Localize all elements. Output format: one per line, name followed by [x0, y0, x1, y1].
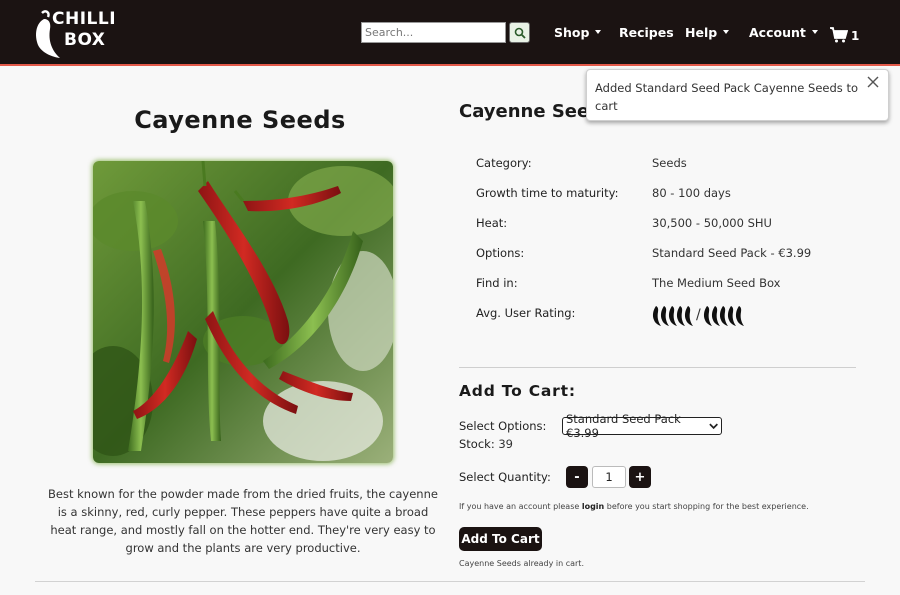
chevron-down-icon — [811, 30, 818, 34]
chilli-rating-max-icons — [703, 306, 744, 326]
search-button[interactable] — [509, 22, 530, 43]
detail-key: Heat: — [476, 216, 508, 230]
quantity-label: Select Quantity: — [459, 470, 551, 484]
login-link[interactable]: login — [582, 502, 604, 511]
close-icon[interactable] — [866, 75, 880, 89]
product-image — [93, 161, 393, 463]
nav-recipes-label: Recipes — [619, 25, 674, 40]
chevron-down-icon — [709, 423, 718, 430]
search-input[interactable] — [361, 22, 506, 43]
already-in-cart-note: Cayenne Seeds already in cart. — [459, 559, 584, 568]
detail-value: 30,500 - 50,000 SHU — [652, 216, 772, 230]
brand-line-1: CHILLI — [52, 9, 117, 29]
nav-shop-label: Shop — [554, 25, 590, 40]
add-to-cart-heading: Add To Cart: — [459, 382, 576, 400]
nav-shop[interactable]: Shop — [554, 25, 602, 40]
chevron-down-icon — [723, 30, 730, 34]
login-note: If you have an account please login befo… — [459, 502, 809, 511]
nav-help[interactable]: Help — [685, 25, 730, 40]
detail-row-find-in: Find in: The Medium Seed Box — [476, 276, 856, 294]
detail-value: The Medium Seed Box — [652, 276, 781, 290]
section-divider — [459, 367, 856, 368]
options-select-value: Standard Seed Pack €3.99 — [566, 412, 681, 440]
footer-divider — [35, 581, 865, 582]
quantity-input[interactable]: 1 — [592, 466, 626, 488]
brand-line-2: BOX — [64, 30, 106, 50]
detail-value: Seeds — [652, 156, 687, 170]
cart-button[interactable]: 1 — [830, 26, 859, 43]
detail-key: Category: — [476, 156, 532, 170]
detail-row-growth-time: Growth time to maturity: 80 - 100 days — [476, 186, 856, 204]
stock-info: Stock: 39 — [459, 437, 513, 451]
product-description: Best known for the powder made from the … — [48, 487, 438, 555]
cayenne-photo — [93, 161, 393, 463]
detail-row-category: Category: Seeds — [476, 156, 856, 174]
detail-key: Options: — [476, 246, 525, 260]
stock-label: Stock: — [459, 437, 495, 451]
navbar: CHILLI BOX Shop Recipes Help Account 1 — [0, 0, 900, 66]
quantity-decrease-button[interactable]: - — [566, 466, 588, 488]
product-title: Cayenne Seeds — [134, 106, 346, 134]
nav-account[interactable]: Account — [749, 25, 818, 40]
nav-recipes[interactable]: Recipes — [619, 25, 674, 40]
user-rating: / — [652, 304, 745, 326]
rating-separator: / — [696, 307, 701, 323]
detail-row-heat: Heat: 30,500 - 50,000 SHU — [476, 216, 856, 234]
detail-key: Find in: — [476, 276, 518, 290]
chevron-down-icon — [595, 30, 602, 34]
select-options-label: Select Options: — [459, 419, 547, 433]
detail-key: Growth time to maturity: — [476, 186, 619, 200]
nav-account-label: Account — [749, 25, 806, 40]
chilli-rating-icons — [652, 306, 693, 326]
detail-row-options: Options: Standard Seed Pack - €3.99 — [476, 246, 856, 264]
add-to-cart-button[interactable]: Add To Cart — [459, 527, 542, 551]
stock-value: 39 — [498, 437, 513, 451]
options-select[interactable]: Standard Seed Pack €3.99 — [562, 412, 722, 440]
quantity-increase-button[interactable]: + — [629, 466, 651, 488]
brand-name: CHILLI BOX — [52, 9, 116, 51]
cart-toast: Added Standard Seed Pack Cayenne Seeds t… — [586, 69, 889, 121]
detail-key: Avg. User Rating: — [476, 306, 576, 320]
login-note-text: If you have an account please — [459, 502, 582, 511]
brand-logo[interactable]: CHILLI BOX — [30, 7, 116, 58]
search-icon — [514, 27, 526, 39]
nav-help-label: Help — [685, 25, 718, 40]
shopping-cart-icon — [830, 26, 848, 42]
toast-message: Added Standard Seed Pack Cayenne Seeds t… — [595, 81, 858, 113]
login-note-text-end: before you start shopping for the best e… — [604, 502, 809, 511]
cart-count-badge: 1 — [851, 29, 860, 43]
detail-value: Standard Seed Pack - €3.99 — [652, 246, 812, 260]
detail-value: 80 - 100 days — [652, 186, 731, 200]
